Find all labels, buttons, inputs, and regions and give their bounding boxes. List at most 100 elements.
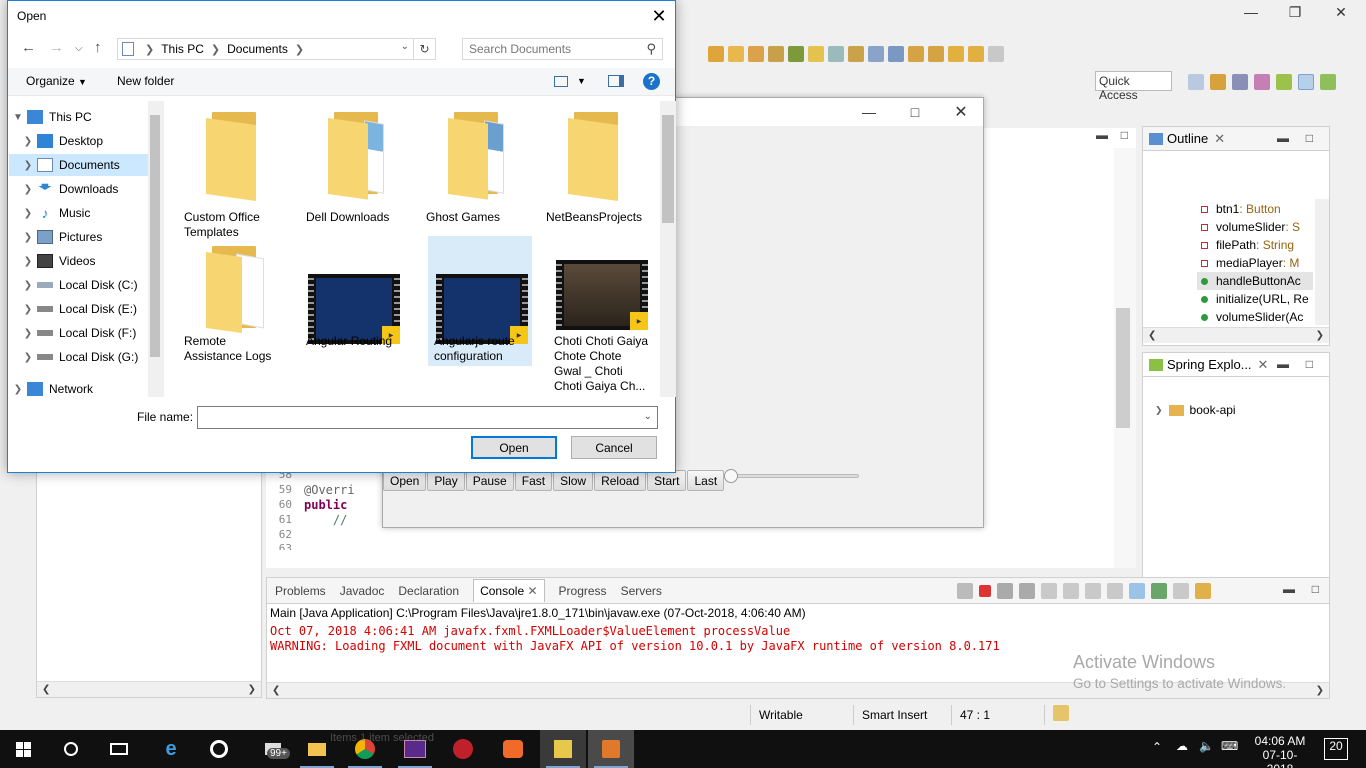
maximize-icon[interactable]: □ bbox=[892, 101, 938, 123]
minimize-icon[interactable]: ▬ bbox=[1277, 131, 1289, 145]
display-console-icon[interactable] bbox=[1173, 583, 1189, 599]
remove-all-icon[interactable] bbox=[1019, 583, 1035, 599]
refresh-icon[interactable]: ↻ bbox=[413, 39, 435, 59]
scroll-right-icon[interactable]: ❯ bbox=[1316, 685, 1324, 696]
outline-item[interactable]: filePath : String bbox=[1201, 236, 1294, 254]
tab-progress[interactable]: Progress bbox=[559, 584, 607, 598]
expand-chevron-icon[interactable]: ❯ bbox=[19, 304, 37, 315]
close-icon[interactable]: ✕ bbox=[643, 1, 675, 31]
nav-pane-scrollbar[interactable] bbox=[148, 101, 164, 397]
tab-problems[interactable]: Problems bbox=[275, 584, 326, 598]
outline-tab[interactable]: Outline bbox=[1167, 131, 1208, 146]
expand-chevron-icon[interactable]: ❯ bbox=[19, 256, 37, 267]
nav-item-videos[interactable]: ❯ Videos bbox=[9, 250, 156, 272]
file-item[interactable]: Ghost Games bbox=[420, 106, 524, 236]
expand-chevron-icon[interactable]: ❯ bbox=[19, 352, 37, 363]
nav-item-documents[interactable]: ❯ Documents bbox=[9, 154, 156, 176]
nav-item-desktop[interactable]: ❯ Desktop bbox=[9, 130, 156, 152]
open-type-icon[interactable] bbox=[708, 46, 724, 62]
minimize-editor-icon[interactable]: ▬ bbox=[1096, 128, 1108, 142]
nav-item-local-disk-e[interactable]: ❯ Local Disk (E:) bbox=[9, 298, 156, 320]
open-console-icon[interactable] bbox=[1195, 583, 1211, 599]
new-folder-button[interactable]: New folder bbox=[117, 74, 174, 88]
back-icon[interactable] bbox=[968, 46, 984, 62]
file-item[interactable]: ▶ Choti Choti Gaiya Chote Chote Gwal _ C… bbox=[548, 238, 652, 398]
scroll-thumb[interactable] bbox=[1116, 308, 1130, 428]
file-item[interactable]: ▶ Angular Routing bbox=[300, 238, 404, 368]
expand-chevron-icon[interactable]: ❯ bbox=[19, 208, 37, 219]
nav-item-local-disk-c[interactable]: ❯ Local Disk (C:) bbox=[9, 274, 156, 296]
view-dropdown-icon[interactable]: ▼ bbox=[577, 76, 586, 86]
expand-chevron-icon[interactable]: ❯ bbox=[9, 384, 27, 395]
whitespace-icon[interactable] bbox=[868, 46, 884, 62]
project-item[interactable]: ❯ book-api bbox=[1155, 403, 1236, 417]
tab-console[interactable]: Console ✕ bbox=[473, 579, 545, 602]
edge-browser-icon[interactable]: e bbox=[148, 730, 194, 768]
store-app-icon[interactable]: 99+ bbox=[250, 730, 296, 768]
expand-chevron-icon[interactable]: ❯ bbox=[19, 232, 37, 243]
maximize-icon[interactable]: □ bbox=[1306, 357, 1313, 371]
expand-chevron-icon[interactable]: ❯ bbox=[19, 184, 37, 195]
team-perspective-icon[interactable] bbox=[1254, 74, 1270, 90]
nav-item-this-pc[interactable]: ▼ This PC bbox=[9, 106, 156, 128]
expand-chevron-icon[interactable]: ❯ bbox=[19, 136, 37, 147]
forward-arrow-icon[interactable]: → bbox=[49, 39, 64, 56]
open-folder-icon[interactable] bbox=[728, 46, 744, 62]
nav-item-music[interactable]: ❯ ♪ Music bbox=[9, 202, 156, 224]
eclipse-app-icon[interactable] bbox=[540, 730, 586, 768]
file-item-selected[interactable]: ▶ Angularjs route configuration bbox=[428, 236, 532, 366]
close-tab-icon[interactable]: ✕ bbox=[1258, 357, 1269, 373]
keyboard-icon[interactable]: ⌨ bbox=[1221, 739, 1238, 753]
terminate-icon[interactable] bbox=[979, 585, 991, 597]
paragraph-icon[interactable] bbox=[888, 46, 904, 62]
scroll-left-icon[interactable]: ❮ bbox=[272, 685, 280, 696]
clear-console-icon[interactable] bbox=[1041, 583, 1057, 599]
prev-annotation-icon[interactable] bbox=[928, 46, 944, 62]
last-button[interactable]: Last bbox=[687, 470, 725, 491]
debug-perspective-icon[interactable] bbox=[1232, 74, 1248, 90]
breadcrumb-documents[interactable]: Documents bbox=[227, 42, 288, 56]
expand-chevron-icon[interactable]: ▼ bbox=[9, 112, 27, 123]
outline-item[interactable]: volumeSlider(Ac bbox=[1201, 308, 1303, 326]
expand-chevron-icon[interactable]: ❯ bbox=[19, 328, 37, 339]
last-edit-icon[interactable] bbox=[948, 46, 964, 62]
remove-launch-icon[interactable] bbox=[997, 583, 1013, 599]
minimize-icon[interactable]: — bbox=[1228, 0, 1274, 24]
java-app-icon[interactable] bbox=[588, 730, 634, 768]
close-tab-icon[interactable]: ✕ bbox=[1214, 131, 1225, 147]
minimize-icon[interactable]: ▬ bbox=[1277, 357, 1289, 371]
file-name-input[interactable]: ⌄ bbox=[197, 406, 658, 429]
address-bar[interactable]: ❯ This PC ❯ Documents ❯ ⌄ ↻ bbox=[117, 38, 436, 60]
start-windows-icon[interactable] bbox=[0, 730, 46, 768]
tab-declaration[interactable]: Declaration bbox=[398, 584, 459, 598]
scroll-thumb[interactable] bbox=[150, 115, 160, 357]
scroll-right-icon[interactable]: ❯ bbox=[248, 684, 256, 695]
outline-item[interactable]: initialize(URL, Re bbox=[1201, 290, 1309, 308]
tab-javadoc[interactable]: Javadoc bbox=[340, 584, 385, 598]
media-app-icon[interactable] bbox=[196, 730, 242, 768]
link-icon[interactable] bbox=[957, 583, 973, 599]
nav-item-local-disk-f[interactable]: ❯ Local Disk (F:) bbox=[9, 322, 156, 344]
editor-vertical-scrollbar[interactable] bbox=[1114, 148, 1136, 568]
start-button[interactable]: Start bbox=[647, 470, 687, 491]
close-icon[interactable]: ✕ bbox=[938, 101, 984, 123]
horizontal-scrollbar[interactable]: ❮ ❯ bbox=[37, 681, 261, 697]
browser-app-icon[interactable] bbox=[490, 730, 536, 768]
show-stdout-icon[interactable] bbox=[1107, 583, 1123, 599]
restore-icon[interactable]: ❐ bbox=[1272, 0, 1318, 24]
pause-button[interactable]: Pause bbox=[465, 470, 514, 491]
reload-button[interactable]: Reload bbox=[594, 470, 647, 491]
next-annotation-icon[interactable] bbox=[908, 46, 924, 62]
nav-item-local-disk-g[interactable]: ❯ Local Disk (G:) bbox=[9, 346, 156, 368]
status-tasks[interactable] bbox=[1044, 705, 1084, 725]
scroll-lock-icon[interactable] bbox=[1063, 583, 1079, 599]
up-arrow-icon[interactable]: ↑ bbox=[94, 39, 102, 56]
scroll-thumb[interactable] bbox=[662, 115, 674, 223]
tab-servers[interactable]: Servers bbox=[621, 584, 662, 598]
minimize-icon[interactable]: ▬ bbox=[1283, 582, 1295, 596]
slow-button[interactable]: Slow bbox=[553, 470, 594, 491]
search-input[interactable]: Search Documents ⚲ bbox=[462, 38, 663, 60]
show-stderr-icon[interactable] bbox=[1129, 583, 1145, 599]
nav-item-network[interactable]: ❯ Network bbox=[9, 378, 156, 400]
maximize-icon[interactable]: □ bbox=[1306, 131, 1313, 145]
